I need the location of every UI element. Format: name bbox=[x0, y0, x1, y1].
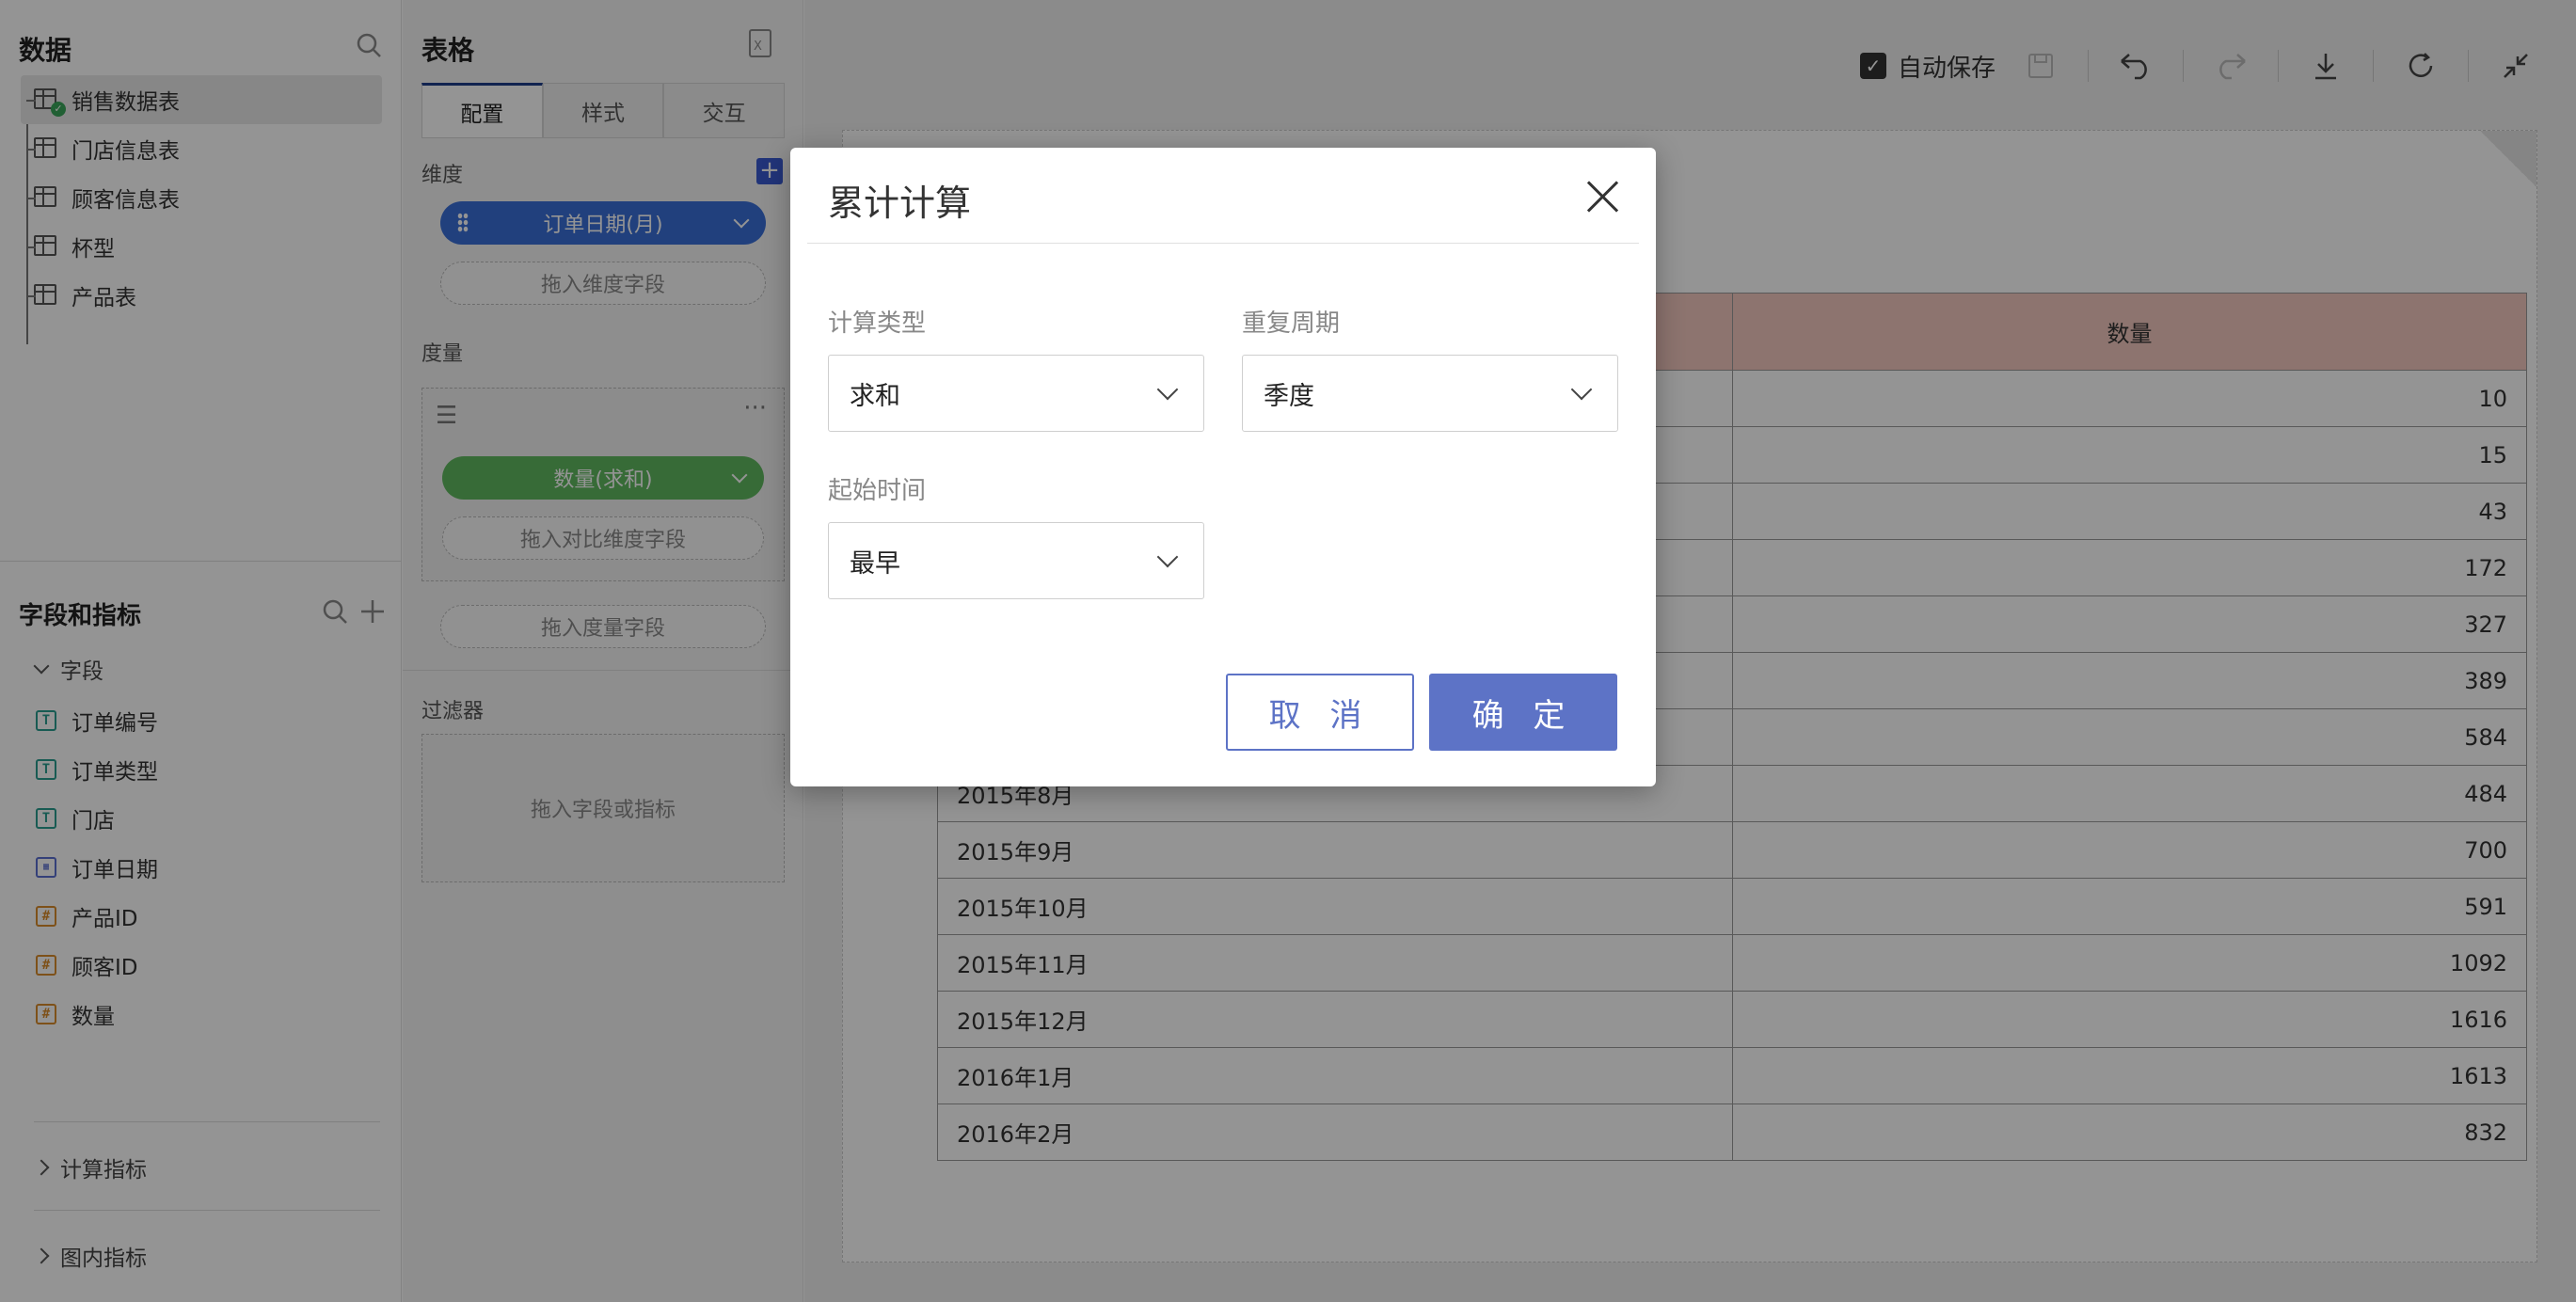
chevron-down-icon bbox=[1156, 378, 1179, 401]
dialog-separator bbox=[807, 243, 1639, 244]
start-time-select[interactable]: 最早 bbox=[828, 522, 1204, 599]
dialog-title: 累计计算 bbox=[828, 183, 972, 224]
app-root: 数据 ✓ 销售数据表 门店信息表 顾客信息表 杯型 产品表 字段和指标 字段 T… bbox=[0, 0, 2576, 1302]
calc-type-label: 计算类型 bbox=[828, 310, 927, 338]
cumulative-calc-dialog: 累计计算 计算类型 求和 重复周期 季度 起始时间 最早 取 消 确 定 bbox=[790, 148, 1656, 786]
calc-type-value: 求和 bbox=[850, 381, 900, 411]
chevron-down-icon bbox=[1156, 546, 1179, 568]
repeat-period-select[interactable]: 季度 bbox=[1242, 355, 1618, 432]
start-time-value: 最早 bbox=[850, 548, 900, 579]
calc-type-select[interactable]: 求和 bbox=[828, 355, 1204, 432]
start-time-label: 起始时间 bbox=[828, 477, 927, 505]
repeat-period-value: 季度 bbox=[1264, 381, 1314, 411]
repeat-period-label: 重复周期 bbox=[1242, 310, 1341, 338]
confirm-button[interactable]: 确 定 bbox=[1429, 674, 1617, 751]
chevron-down-icon bbox=[1570, 378, 1593, 401]
cancel-button[interactable]: 取 消 bbox=[1226, 674, 1414, 751]
close-icon[interactable] bbox=[1582, 176, 1624, 217]
